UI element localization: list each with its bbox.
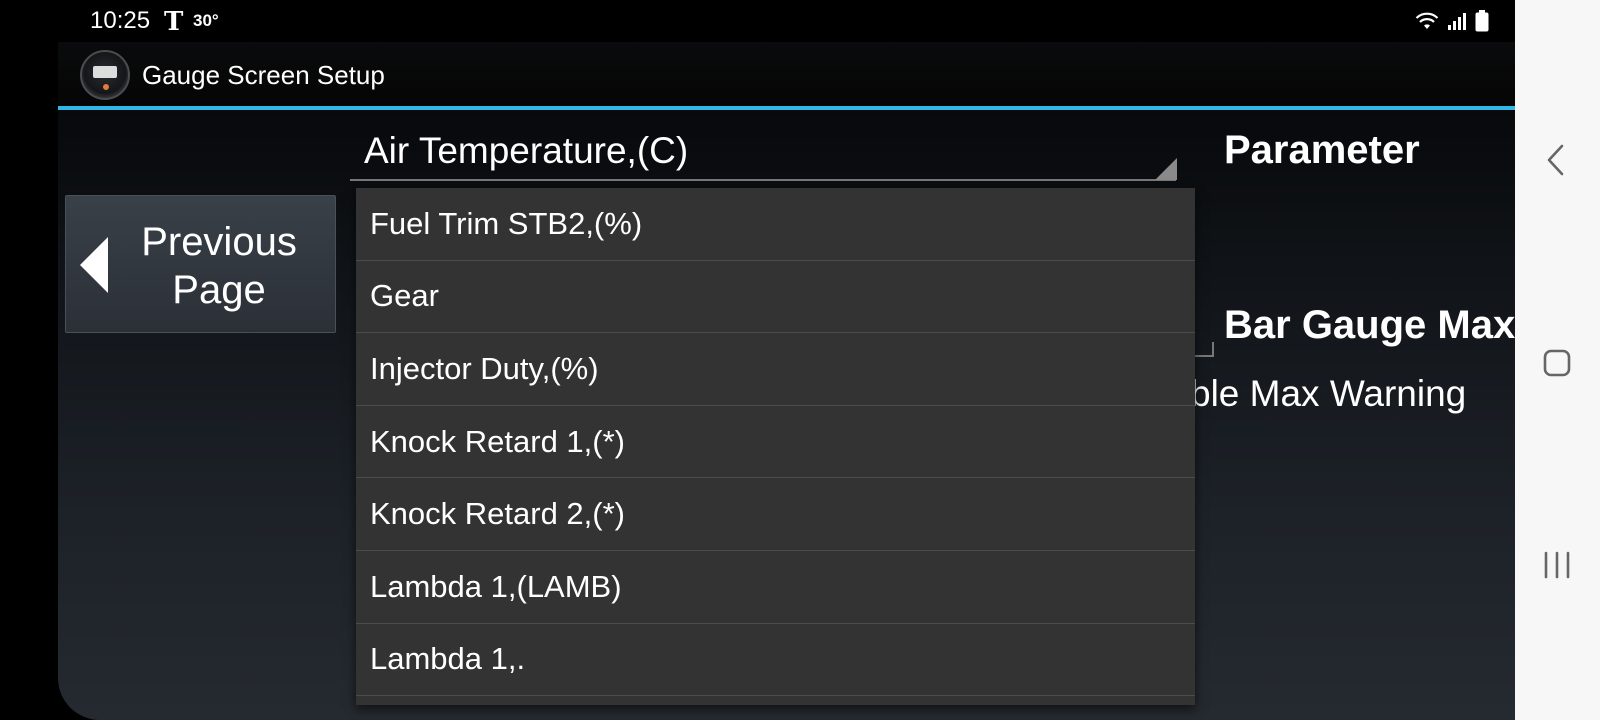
arrow-left-icon <box>80 237 108 293</box>
carrier-icon: T <box>164 7 184 37</box>
dropdown-item[interactable]: Knock Retard 1,(*) <box>356 406 1195 479</box>
previous-page-button[interactable]: Previous Page <box>65 195 336 333</box>
page-title: Gauge Screen Setup <box>142 60 385 90</box>
wifi-icon <box>1415 11 1439 31</box>
app-window: 10:25 T 30° Gauge Screen Setup Previous … <box>58 0 1515 720</box>
dropdown-item[interactable]: Fuel Trim STB2,(%) <box>356 188 1195 261</box>
max-warning-checkbox-label[interactable]: ble Max Warning <box>1190 373 1466 415</box>
status-icons <box>1415 9 1489 33</box>
title-divider <box>58 106 1515 110</box>
signal-icon <box>1447 11 1467 31</box>
home-button[interactable] <box>1515 318 1600 408</box>
field-underline-corner <box>1212 342 1214 356</box>
back-icon <box>1547 144 1564 176</box>
recents-icon <box>1544 551 1570 579</box>
parameter-spinner-value: Air Temperature,(C) <box>364 130 689 171</box>
status-bar: 10:25 T 30° <box>58 0 1515 42</box>
previous-page-label: Previous Page <box>124 218 314 314</box>
dropdown-item[interactable]: Injector Duty,(%) <box>356 333 1195 406</box>
screen: 10:25 T 30° Gauge Screen Setup Previous … <box>0 0 1600 720</box>
dropdown-item[interactable]: Gear <box>356 261 1195 334</box>
parameter-spinner[interactable]: Air Temperature,(C) <box>350 125 1276 181</box>
dropdown-item[interactable]: Knock Retard 2,(*) <box>356 478 1195 551</box>
spinner-underline <box>350 179 1176 181</box>
dropdown-item[interactable]: Lambda 1,(LAMB) <box>356 551 1195 624</box>
previous-page-label-line2: Page <box>172 268 266 312</box>
previous-page-label-line1: Previous <box>141 220 297 264</box>
spinner-corner-icon <box>1155 158 1177 180</box>
recents-button[interactable] <box>1515 520 1600 610</box>
app-logo-icon <box>80 50 130 100</box>
home-icon <box>1543 349 1571 377</box>
status-temperature: 30° <box>193 11 219 30</box>
dropdown-item[interactable]: Lambda 1,. <box>356 624 1195 697</box>
bar-gauge-max-label: Bar Gauge Max <box>1224 303 1515 347</box>
system-navigation-bar <box>1515 0 1600 720</box>
parameter-dropdown-list[interactable]: Fuel Trim STB2,(%) Gear Injector Duty,(%… <box>356 188 1195 705</box>
app-title-bar: Gauge Screen Setup <box>58 42 1515 106</box>
status-time: 10:25 <box>90 7 151 34</box>
battery-icon <box>1475 10 1489 32</box>
back-button[interactable] <box>1515 115 1600 205</box>
parameter-label: Parameter <box>1224 128 1420 172</box>
